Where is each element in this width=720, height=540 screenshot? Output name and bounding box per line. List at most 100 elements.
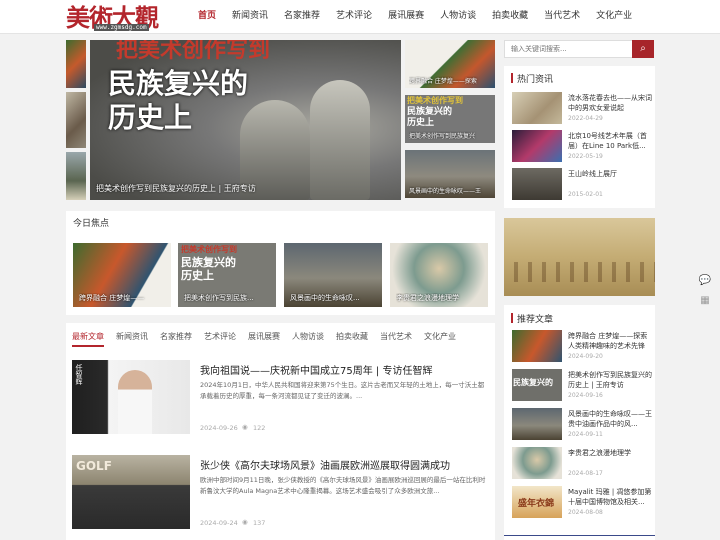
sculpture-figure-1 — [310, 80, 370, 200]
slider-side-1[interactable]: 跨界融合 庄梦煌——探索 — [405, 40, 495, 88]
hot-item-thumb — [512, 168, 562, 200]
article-image-tag: GOLF — [76, 459, 112, 473]
tab-masters[interactable]: 名家推荐 — [154, 330, 198, 344]
slider-side-caption: 风景画中的生命咏叹——王 — [409, 188, 482, 195]
nav-exhibitions[interactable]: 展讯展赛 — [380, 0, 432, 34]
hot-item-date: 2022-05-19 — [568, 153, 603, 160]
recommend-item-title: 跨界融合 庄梦煌——探索人类精神趣味的艺术先锋 — [568, 332, 648, 350]
slider-side-caption: 把美术创作写到民族复兴 — [409, 133, 476, 140]
nav-culture[interactable]: 文化产业 — [588, 0, 640, 34]
main-nav: 首页 新闻资讯 名家推荐 艺术评论 展讯展赛 人物访谈 拍卖收藏 当代艺术 文化… — [190, 0, 640, 34]
nav-auctions[interactable]: 拍卖收藏 — [484, 0, 536, 34]
recommend-item[interactable]: 李贵君之浪漫地理学 2024-08-17 — [512, 447, 654, 479]
recommend-item[interactable]: 风景画中的生命咏叹——王贵中油画作品中的风... 2024-09-11 — [512, 408, 654, 440]
chat-icon[interactable]: 💬 — [698, 274, 712, 288]
hot-item[interactable]: 流水落花春去也——从宋词中的男欢女爱说起 2022-04-29 — [512, 92, 654, 124]
hot-item-date: 2015-02-01 — [568, 191, 603, 198]
recommend-item-title: 李贵君之浪漫地理学 — [568, 449, 631, 457]
site-logo[interactable]: 美術大觀 www.zgmsdg.com — [64, 0, 174, 34]
hot-item-title: 流水落花春去也——从宋词中的男欢女爱说起 — [568, 94, 652, 112]
hot-item-thumb — [512, 92, 562, 124]
slider-headline-line2: 历史上 — [108, 101, 193, 134]
article-summary: 2024年10月1日，中华人民共和国将迎来第75个生日。这片古老而又年轻的土地上… — [200, 381, 485, 400]
focus-card-4[interactable]: 李贵君之浪漫地理学 — [390, 243, 488, 307]
site-header: 美術大觀 www.zgmsdg.com 首页 新闻资讯 名家推荐 艺术评论 展讯… — [0, 0, 720, 34]
recommend-item-date: 2024-09-16 — [568, 392, 603, 399]
recommend-item-title: 把美术创作写到民族复兴的历史上 | 王府专访 — [568, 371, 652, 389]
hot-item[interactable]: 王山岭线上展厅 2015-02-01 — [512, 168, 654, 200]
recommend-title-marker — [511, 313, 513, 323]
article-item[interactable]: GOLF 张少侠《高尔夫球场风景》油画展欧洲巡展取得圆满成功 欧洲中部时间9月1… — [72, 455, 492, 535]
article-tabs: 最新文章 新闻资讯 名家推荐 艺术评论 展讯展赛 人物访谈 拍卖收藏 当代艺术 … — [66, 330, 462, 344]
slider-side-2[interactable]: 把美术创作写到 民族复兴的 历史上 把美术创作写到民族复兴 — [405, 95, 495, 143]
slider-headline-top: 把美术创作写到 — [116, 40, 271, 63]
tab-culture[interactable]: 文化产业 — [418, 330, 462, 344]
tab-interviews[interactable]: 人物访谈 — [286, 330, 330, 344]
slider-main-caption: 把美术创作写到民族复兴的历史上 | 王府专访 — [96, 184, 256, 193]
recommend-item-date: 2024-09-11 — [568, 431, 603, 438]
search-input[interactable] — [505, 41, 633, 57]
article-date: 2024-09-26 — [200, 424, 238, 432]
nav-news[interactable]: 新闻资讯 — [224, 0, 276, 34]
recommend-item[interactable]: 民族复兴的 把美术创作写到民族复兴的历史上 | 王府专访 2024-09-16 — [512, 369, 654, 401]
focus-card-caption: 李贵君之浪漫地理学 — [396, 294, 459, 302]
article-item[interactable]: 任智辉 我向祖国说——庆祝新中国成立75周年 | 专访任智辉 2024年10月1… — [72, 360, 492, 440]
focus-card-1[interactable]: 跨界融合 庄梦煌—— — [73, 243, 171, 307]
recommend-item-date: 2024-08-08 — [568, 509, 603, 516]
nav-home[interactable]: 首页 — [190, 0, 224, 34]
focus-card-caption: 把美术创作写到民族... — [184, 294, 254, 302]
tab-active-indicator — [72, 345, 104, 347]
article-image-tag: 任智辉 — [75, 364, 83, 385]
recommend-item-thumb: 民族复兴的 — [512, 369, 562, 401]
hot-item[interactable]: 北京10号线艺术年展（首届）在Line 10 Park低... 2022-05-… — [512, 130, 654, 162]
article-title[interactable]: 张少侠《高尔夫球场风景》油画展欧洲巡展取得圆满成功 — [200, 457, 450, 472]
slider-thumb-1[interactable] — [66, 40, 86, 88]
slider-side-3[interactable]: 风景画中的生命咏叹——王 — [405, 150, 495, 198]
article-title[interactable]: 我向祖国说——庆祝新中国成立75周年 | 专访任智辉 — [200, 362, 432, 377]
tab-contemporary[interactable]: 当代艺术 — [374, 330, 418, 344]
tab-auctions[interactable]: 拍卖收藏 — [330, 330, 374, 344]
hot-item-thumb — [512, 130, 562, 162]
banner-figures — [504, 262, 655, 282]
search-icon[interactable]: ⌕ — [632, 40, 654, 58]
tab-exhibitions[interactable]: 展讯展赛 — [242, 330, 286, 344]
hot-item-date: 2022-04-29 — [568, 115, 603, 122]
hot-item-title: 王山岭线上展厅 — [568, 170, 617, 178]
slider-thumb-2[interactable] — [66, 92, 86, 148]
focus-card-3[interactable]: 风景画中的生命咏叹... — [284, 243, 382, 307]
slider-thumb-3[interactable] — [66, 152, 86, 200]
article-date: 2024-09-24 — [200, 519, 238, 527]
recommend-item-thumb — [512, 408, 562, 440]
tab-latest[interactable]: 最新文章 — [66, 330, 110, 344]
recommend-thumb-text: 盛年衣錦 — [518, 499, 555, 509]
recommend-item-date: 2024-08-17 — [568, 470, 603, 477]
recommend-item-date: 2024-09-20 — [568, 353, 603, 360]
side-headline-2: 历史上 — [407, 118, 435, 128]
nav-contemporary[interactable]: 当代艺术 — [536, 0, 588, 34]
nav-interviews[interactable]: 人物访谈 — [432, 0, 484, 34]
recommend-item-title: Mayalit 玛雅 | 凋悠参加第十届中国博物馆及相关... — [568, 488, 652, 506]
focus-card-2[interactable]: 把美术创作写到 民族复兴的 历史上 把美术创作写到民族... — [178, 243, 276, 307]
recommend-thumb-headline: 民族复兴的 — [513, 378, 553, 387]
search-box: ⌕ — [504, 40, 654, 58]
qrcode-icon[interactable]: ▦ — [698, 294, 712, 308]
recommend-item[interactable]: 盛年衣錦 Mayalit 玛雅 | 凋悠参加第十届中国博物馆及相关... 202… — [512, 486, 654, 518]
recommend-item-title: 风景画中的生命咏叹——王贵中油画作品中的风... — [568, 410, 652, 428]
hot-item-title: 北京10号线艺术年展（首届）在Line 10 Park低... — [568, 132, 647, 150]
article-image[interactable]: GOLF — [72, 455, 190, 529]
nav-reviews[interactable]: 艺术评论 — [328, 0, 380, 34]
tab-reviews[interactable]: 艺术评论 — [198, 330, 242, 344]
recommend-item-thumb — [512, 330, 562, 362]
recommend-item[interactable]: 跨界融合 庄梦煌——探索人类精神趣味的艺术先锋 2024-09-20 — [512, 330, 654, 362]
focus-title: 今日焦点 — [73, 219, 110, 229]
article-image[interactable]: 任智辉 — [72, 360, 190, 434]
slider-main[interactable]: 把美术创作写到 民族复兴的 历史上 把美术创作写到民族复兴的历史上 | 王府专访 — [90, 40, 401, 200]
nav-masters[interactable]: 名家推荐 — [276, 0, 328, 34]
eye-icon: ◉ — [242, 423, 248, 431]
tab-news[interactable]: 新闻资讯 — [110, 330, 154, 344]
focus-card-headline-2: 历史上 — [181, 269, 214, 282]
slider-side-caption: 跨界融合 庄梦煌——探索 — [409, 78, 477, 85]
sidebar-banner[interactable] — [504, 218, 655, 296]
recommend-item-thumb: 盛年衣錦 — [512, 486, 562, 518]
focus-card-caption: 跨界融合 庄梦煌—— — [79, 294, 145, 302]
